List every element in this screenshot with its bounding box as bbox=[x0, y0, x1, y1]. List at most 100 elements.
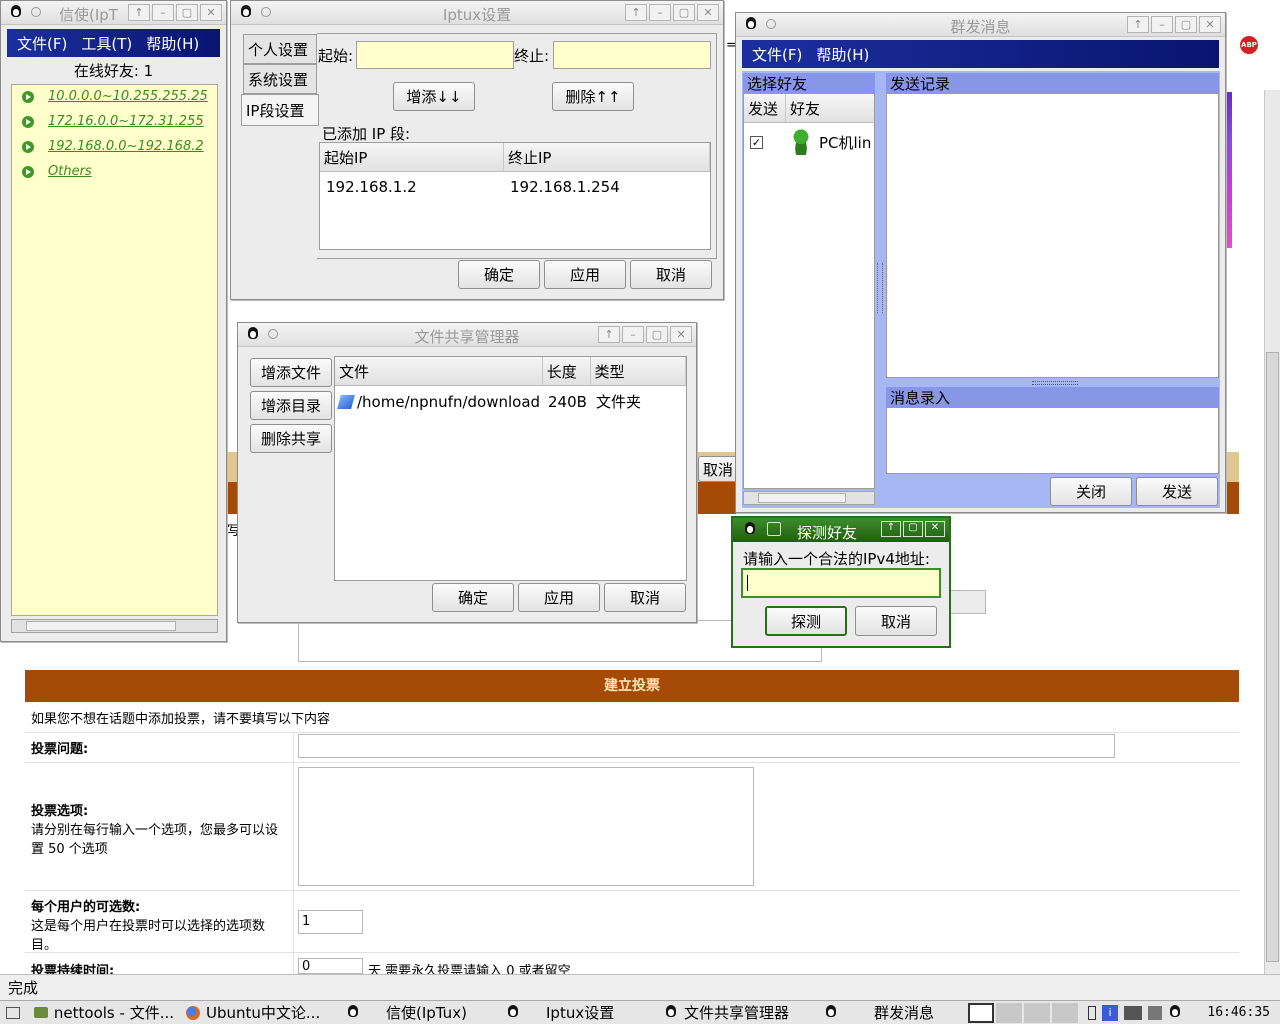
adblock-icon[interactable]: ABP bbox=[1240, 36, 1258, 54]
vote-question-input[interactable] bbox=[298, 734, 1115, 758]
add-file-button[interactable]: 增添文件 bbox=[250, 358, 332, 387]
close-icon[interactable]: ✕ bbox=[697, 4, 719, 21]
group-row[interactable]: 172.16.0.0~172.31.255 bbox=[22, 114, 204, 129]
share-apply-button[interactable]: 应用 bbox=[518, 583, 600, 612]
minimize-icon[interactable]: – bbox=[622, 326, 644, 343]
tab-personal[interactable]: 个人设置 bbox=[243, 34, 317, 64]
shade-icon[interactable]: ↑ bbox=[598, 326, 620, 343]
close-icon[interactable]: ✕ bbox=[200, 4, 222, 21]
web-partial-cancel[interactable]: 取消 bbox=[698, 456, 738, 482]
group-row[interactable]: 10.0.0.0~10.255.255.25 bbox=[22, 89, 208, 104]
shared-file-row[interactable]: /home/npnufn/download 240B 文件夹 bbox=[335, 386, 686, 412]
close-icon[interactable]: ✕ bbox=[670, 326, 692, 343]
start-ip-input[interactable] bbox=[356, 41, 514, 69]
delete-share-button[interactable]: 删除共享 bbox=[250, 424, 332, 453]
taskbar-item[interactable]: Ubuntu中文论... bbox=[180, 1002, 340, 1024]
expander-icon[interactable] bbox=[22, 165, 34, 178]
friend-list-hscroll[interactable] bbox=[743, 491, 875, 505]
menu-help[interactable]: 帮助(H) bbox=[146, 33, 199, 54]
broadcast-titlebar[interactable]: 群发消息 ↑ – ▢ ✕ bbox=[736, 13, 1225, 37]
add-range-button[interactable]: 增添↓↓ bbox=[393, 82, 475, 111]
show-desktop-icon[interactable] bbox=[6, 1006, 20, 1019]
pin-icon[interactable] bbox=[31, 7, 41, 17]
minimize-icon[interactable]: – bbox=[649, 4, 671, 21]
iptux-main-titlebar[interactable]: 信使(IpT ↑ – ▢ ✕ bbox=[1, 1, 226, 25]
col-type[interactable]: 类型 bbox=[591, 357, 687, 385]
maximize-icon[interactable]: ▢ bbox=[1175, 16, 1197, 33]
workspace-3[interactable] bbox=[1024, 1002, 1050, 1023]
menu-file[interactable]: 文件(F) bbox=[17, 33, 67, 54]
shade-icon[interactable]: ↑ bbox=[1127, 16, 1149, 33]
menu-file[interactable]: 文件(F) bbox=[752, 44, 802, 65]
hscroll-thumb[interactable] bbox=[758, 493, 846, 503]
shade-icon[interactable]: ↑ bbox=[625, 4, 647, 21]
close-icon[interactable]: ✕ bbox=[1199, 16, 1221, 33]
shade-icon[interactable]: ↑ bbox=[881, 521, 901, 537]
col-length[interactable]: 长度 bbox=[543, 357, 591, 385]
vote-options-textarea[interactable] bbox=[298, 767, 754, 886]
vote-choices-input[interactable]: 1 bbox=[298, 910, 363, 934]
friend-tree-hscroll[interactable] bbox=[11, 619, 218, 633]
close-icon[interactable]: ✕ bbox=[925, 521, 945, 537]
maximize-icon[interactable]: ▢ bbox=[176, 4, 198, 21]
friend-row[interactable]: ✓ PC机lin bbox=[744, 123, 874, 155]
col-file[interactable]: 文件 bbox=[335, 357, 543, 385]
battery-icon[interactable] bbox=[1088, 1005, 1096, 1020]
col-send[interactable]: 发送 bbox=[744, 94, 786, 122]
group-row[interactable]: Others bbox=[22, 164, 92, 179]
clock[interactable]: 16:46:35 bbox=[1207, 1005, 1270, 1020]
detect-cancel-button[interactable]: 取消 bbox=[855, 606, 937, 636]
workspace-pager[interactable] bbox=[968, 1002, 1078, 1023]
add-dir-button[interactable]: 增添目录 bbox=[250, 391, 332, 420]
workspace-4[interactable] bbox=[1052, 1002, 1078, 1023]
delete-range-button[interactable]: 删除↑↑ bbox=[552, 82, 634, 111]
pane-splitter[interactable] bbox=[877, 263, 883, 313]
settings-ok-button[interactable]: 确定 bbox=[458, 260, 540, 289]
send-record-area[interactable] bbox=[886, 93, 1219, 378]
settings-titlebar[interactable]: Iptux设置 ↑ – ▢ ✕ bbox=[231, 1, 723, 25]
share-cancel-button[interactable]: 取消 bbox=[604, 583, 686, 612]
web-scroll-thumb[interactable] bbox=[1266, 352, 1279, 962]
detect-titlebar[interactable]: 探测好友 ↑ ▢ ✕ bbox=[733, 518, 949, 542]
share-titlebar[interactable]: 文件共享管理器 ↑ – ▢ ✕ bbox=[238, 323, 696, 347]
volume-icon[interactable] bbox=[1148, 1005, 1162, 1020]
detect-ip-input[interactable] bbox=[741, 568, 941, 598]
maximize-icon[interactable]: ▢ bbox=[903, 521, 923, 537]
maximize-icon[interactable]: ▢ bbox=[646, 326, 668, 343]
pin-icon[interactable] bbox=[767, 522, 781, 536]
col-end-ip[interactable]: 终止IP bbox=[504, 143, 710, 171]
expander-icon[interactable] bbox=[22, 140, 34, 153]
taskbar-item[interactable]: 信使(IpTux) bbox=[340, 1002, 500, 1024]
web-hidden-input[interactable] bbox=[950, 590, 986, 614]
menu-tools[interactable]: 工具(T) bbox=[81, 33, 132, 54]
expander-icon[interactable] bbox=[22, 90, 34, 103]
expander-icon[interactable] bbox=[22, 115, 34, 128]
broadcast-close-button[interactable]: 关闭 bbox=[1050, 477, 1132, 506]
settings-cancel-button[interactable]: 取消 bbox=[630, 260, 712, 289]
taskbar-item[interactable]: Iptux设置 bbox=[500, 1002, 658, 1024]
menu-help[interactable]: 帮助(H) bbox=[816, 44, 869, 65]
minimize-icon[interactable]: – bbox=[152, 4, 174, 21]
col-friend[interactable]: 好友 bbox=[786, 94, 874, 122]
taskbar-item[interactable]: 文件共享管理器 bbox=[658, 1002, 818, 1024]
vote-duration-input[interactable]: 0 bbox=[298, 958, 363, 974]
hscroll-thumb[interactable] bbox=[26, 621, 176, 631]
message-input-area[interactable] bbox=[886, 407, 1219, 474]
end-ip-input[interactable] bbox=[553, 41, 711, 69]
taskbar-item[interactable]: nettools - 文件... bbox=[28, 1002, 180, 1024]
minimize-icon[interactable]: – bbox=[1151, 16, 1173, 33]
tab-system[interactable]: 系统设置 bbox=[243, 64, 317, 94]
maximize-icon[interactable]: ▢ bbox=[673, 4, 695, 21]
share-ok-button[interactable]: 确定 bbox=[432, 583, 514, 612]
workspace-1[interactable] bbox=[968, 1002, 994, 1023]
info-icon[interactable]: i bbox=[1102, 1004, 1118, 1021]
web-vertical-scrollbar[interactable] bbox=[1264, 90, 1280, 974]
workspace-2[interactable] bbox=[996, 1002, 1022, 1023]
group-row[interactable]: 192.168.0.0~192.168.2 bbox=[22, 139, 204, 154]
tab-ip-range[interactable]: IP段设置 bbox=[241, 94, 319, 126]
col-start-ip[interactable]: 起始IP bbox=[320, 143, 504, 171]
vpane-splitter[interactable] bbox=[1032, 381, 1078, 385]
detect-button[interactable]: 探测 bbox=[765, 606, 847, 636]
taskbar-item[interactable]: 群发消息 bbox=[818, 1002, 968, 1024]
network-icon[interactable] bbox=[1124, 1005, 1142, 1020]
